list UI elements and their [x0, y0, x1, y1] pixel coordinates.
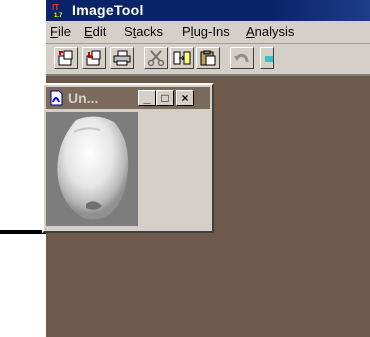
svg-text:IT: IT [52, 3, 59, 12]
toolbar [46, 44, 370, 76]
menu-stacks[interactable]: Stacks [124, 24, 163, 39]
undo-icon [234, 53, 249, 63]
image-child-window: Un... _ □ × [42, 83, 214, 233]
svg-text:1.7: 1.7 [54, 13, 63, 18]
open-button[interactable] [54, 47, 78, 69]
save-button[interactable] [82, 47, 106, 69]
more-tools-button[interactable] [260, 47, 274, 69]
cut-icon [147, 50, 165, 66]
copy-icon [173, 51, 191, 65]
window-title: ImageTool [72, 2, 144, 18]
paste-icon [200, 50, 216, 66]
open-icon [58, 50, 73, 66]
paste-button[interactable] [196, 47, 220, 69]
title-bar[interactable]: IT 1.7 ImageTool [46, 0, 370, 21]
menu-plug-ins[interactable]: Plug-Ins [182, 24, 230, 39]
document-icon [50, 90, 63, 106]
child-window-title: Un... [68, 90, 99, 106]
undo-button[interactable] [230, 47, 254, 69]
close-button[interactable]: × [176, 90, 194, 106]
save-icon [86, 50, 101, 66]
minimize-button[interactable]: _ [138, 90, 156, 106]
child-title-bar[interactable]: Un... _ □ × [46, 87, 210, 109]
menu-file[interactable]: File [50, 24, 71, 39]
cut-button[interactable] [144, 47, 168, 69]
image-canvas[interactable] [46, 112, 138, 226]
grayscale-specimen-image [46, 112, 138, 226]
menu-analysis[interactable]: Analysis [246, 24, 294, 39]
copy-button[interactable] [170, 47, 194, 69]
menu-bar: File Edit Stacks Plug-Ins Analysis [46, 21, 370, 44]
print-icon [113, 50, 131, 66]
maximize-button[interactable]: □ [156, 90, 174, 106]
imagetool-app-icon: IT 1.7 [52, 3, 68, 18]
partial-tool-icon [265, 56, 273, 62]
menu-edit[interactable]: Edit [84, 24, 106, 39]
print-button[interactable] [110, 47, 134, 69]
